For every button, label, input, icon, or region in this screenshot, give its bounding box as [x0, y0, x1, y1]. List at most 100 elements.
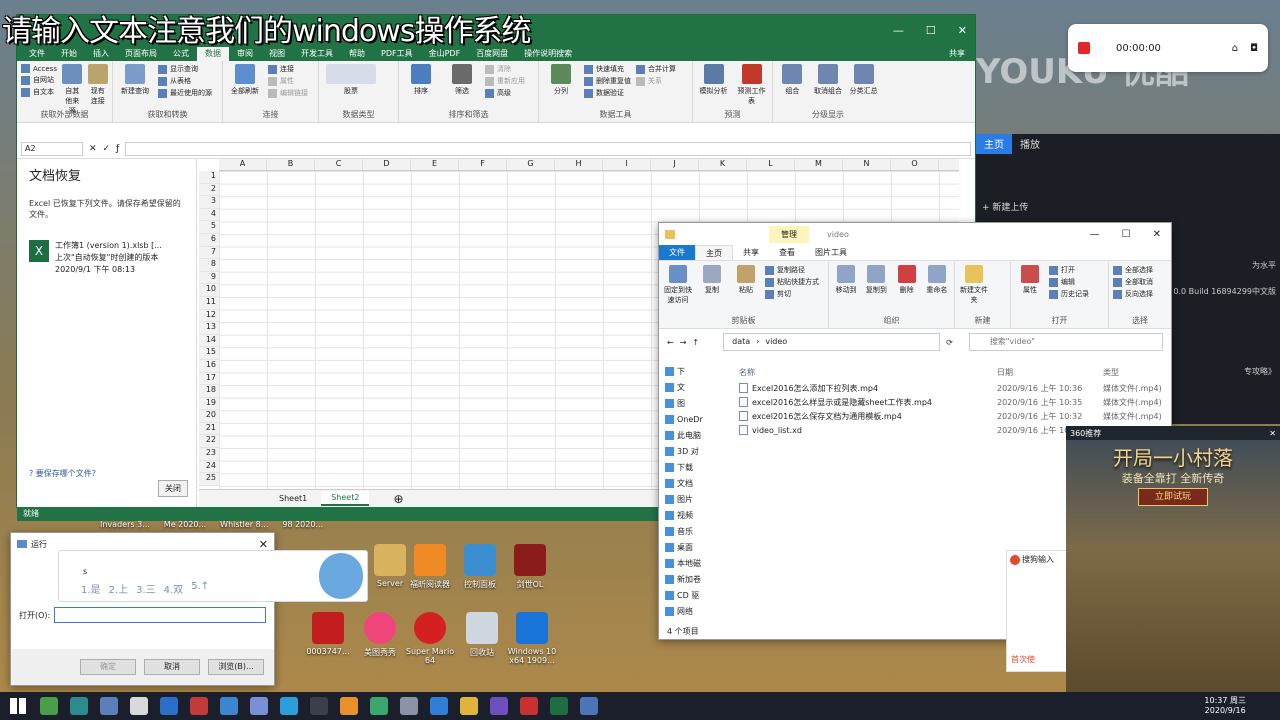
row-header[interactable]: 21: [199, 422, 219, 436]
camera-icon[interactable]: ◘: [1250, 43, 1258, 54]
nav-item[interactable]: 图片: [665, 491, 719, 507]
desktop-icon-file[interactable]: 0003747...: [298, 612, 358, 656]
close-icon[interactable]: ✕: [958, 24, 967, 37]
nav-item[interactable]: 新加卷: [665, 571, 719, 587]
column-header[interactable]: O: [891, 159, 939, 170]
tab-file[interactable]: 文件: [659, 245, 695, 260]
app-icon[interactable]: [100, 697, 118, 715]
app-icon[interactable]: [340, 697, 358, 715]
tab-home[interactable]: 主页: [695, 245, 733, 260]
breadcrumb-video[interactable]: video: [765, 334, 787, 350]
address-bar[interactable]: data › video: [723, 333, 941, 351]
column-header[interactable]: G: [507, 159, 555, 170]
file-row[interactable]: excel2016怎么保存文档为通用模板.mp4 2020/9/16 上午 10:…: [739, 409, 1165, 423]
app-icon[interactable]: [40, 697, 58, 715]
advanced-button[interactable]: 高级: [485, 88, 525, 98]
from-text-button[interactable]: 自文本: [21, 87, 57, 97]
nav-item[interactable]: OneDr: [665, 411, 719, 427]
relationships-button[interactable]: 关系: [636, 76, 676, 86]
row-header[interactable]: 16: [199, 359, 219, 373]
formula-input[interactable]: [125, 141, 971, 156]
app-icon[interactable]: [580, 697, 598, 715]
play-now-button[interactable]: 立即试玩: [1138, 488, 1208, 506]
row-header[interactable]: 8: [199, 259, 219, 272]
column-header[interactable]: I: [603, 159, 651, 170]
column-header[interactable]: L: [747, 159, 795, 170]
close-icon[interactable]: ✕: [259, 538, 268, 551]
reapply-button[interactable]: 重新应用: [485, 76, 525, 86]
column-header[interactable]: B: [267, 159, 315, 170]
row-header[interactable]: 18: [199, 385, 219, 398]
close-icon[interactable]: ✕: [1269, 429, 1276, 438]
recent-sources-button[interactable]: 最近使用的源: [158, 88, 212, 98]
column-header[interactable]: H: [555, 159, 603, 170]
column-header[interactable]: A: [219, 159, 267, 170]
sheet-tab-1[interactable]: Sheet1: [269, 492, 317, 505]
column-header[interactable]: C: [315, 159, 363, 170]
column-name[interactable]: 名称: [739, 367, 997, 378]
nav-item[interactable]: 音乐: [665, 523, 719, 539]
steam-icon[interactable]: [310, 697, 328, 715]
row-header[interactable]: 15: [199, 347, 219, 360]
row-header[interactable]: 20: [199, 410, 219, 423]
sheet-tab-2[interactable]: Sheet2: [321, 491, 370, 506]
column-date[interactable]: 日期: [997, 367, 1103, 378]
nav-item[interactable]: 视频: [665, 507, 719, 523]
cancel-icon[interactable]: ✕: [89, 144, 97, 154]
tab-share[interactable]: 共享: [733, 245, 769, 260]
column-type[interactable]: 类型: [1103, 367, 1119, 378]
nav-item[interactable]: 本地磁: [665, 555, 719, 571]
app-icon[interactable]: [430, 697, 448, 715]
app-icon[interactable]: [160, 697, 178, 715]
desktop-icon-mario[interactable]: Super Mario 64: [400, 612, 460, 665]
nav-item[interactable]: 网络: [665, 603, 719, 619]
invert-selection-button[interactable]: 反向选择: [1113, 289, 1153, 299]
excel-icon[interactable]: [550, 697, 568, 715]
nav-item[interactable]: 文档: [665, 475, 719, 491]
refresh-icon[interactable]: ⟳: [946, 338, 953, 347]
desktop-icon-windows-iso[interactable]: Windows 10 x64 1909...: [502, 612, 562, 665]
row-header[interactable]: 23: [199, 448, 219, 461]
minimize-icon[interactable]: —: [893, 24, 904, 37]
nav-item[interactable]: 3D 对: [665, 443, 719, 459]
column-header[interactable]: D: [363, 159, 411, 170]
system-clock[interactable]: 10:37 周三 2020/9/16: [1204, 696, 1280, 716]
row-header[interactable]: 1: [199, 171, 219, 184]
recovered-file-item[interactable]: X 工作簿1 (version 1).xlsb [... 上次"自动恢复"时创建…: [29, 240, 184, 276]
edit-links-button[interactable]: 编辑链接: [268, 88, 308, 98]
open-button[interactable]: 打开: [1049, 265, 1089, 275]
history-button[interactable]: 历史记录: [1049, 289, 1089, 299]
nav-item[interactable]: 下载: [665, 459, 719, 475]
tab-home[interactable]: 主页: [976, 134, 1012, 154]
open-input[interactable]: [54, 607, 267, 623]
flash-fill-button[interactable]: 快速填充: [584, 64, 631, 74]
back-icon[interactable]: ←: [667, 338, 674, 347]
column-header[interactable]: K: [699, 159, 747, 170]
ime-candidate[interactable]: 4.双: [164, 581, 184, 596]
ime-candidate[interactable]: 2.上: [109, 581, 129, 596]
app-icon[interactable]: [70, 697, 88, 715]
row-header[interactable]: 11: [199, 296, 219, 310]
column-header[interactable]: N: [843, 159, 891, 170]
app-icon[interactable]: [190, 697, 208, 715]
remove-duplicates-button[interactable]: 删除重复值: [584, 76, 631, 86]
column-header[interactable]: J: [651, 159, 699, 170]
game-ad[interactable]: 360推荐 ✕ 开局一小村落 装备全靠打 全新传奇 立即试玩: [1066, 426, 1280, 694]
row-header[interactable]: 17: [199, 372, 219, 386]
name-box[interactable]: A2: [21, 141, 83, 156]
tab-play[interactable]: 播放: [1012, 134, 1048, 154]
browse-button[interactable]: 浏览(B)...: [208, 659, 264, 675]
select-none-button[interactable]: 全部取消: [1113, 277, 1153, 287]
enter-icon[interactable]: ✓: [103, 144, 111, 154]
column-header[interactable]: M: [795, 159, 843, 170]
row-header[interactable]: 25: [199, 473, 219, 486]
maximize-icon[interactable]: ☐: [1122, 229, 1131, 240]
add-sheet-icon[interactable]: ⊕: [393, 492, 403, 506]
which-file-link[interactable]: ? 要保存哪个文件?: [29, 468, 96, 479]
app-icon[interactable]: [400, 697, 418, 715]
data-validation-button[interactable]: 数据验证: [584, 88, 631, 98]
cut-button[interactable]: 剪切: [765, 289, 819, 299]
nav-item[interactable]: 文: [665, 379, 719, 395]
function-icon[interactable]: ƒ: [116, 144, 119, 154]
column-header[interactable]: F: [459, 159, 507, 170]
